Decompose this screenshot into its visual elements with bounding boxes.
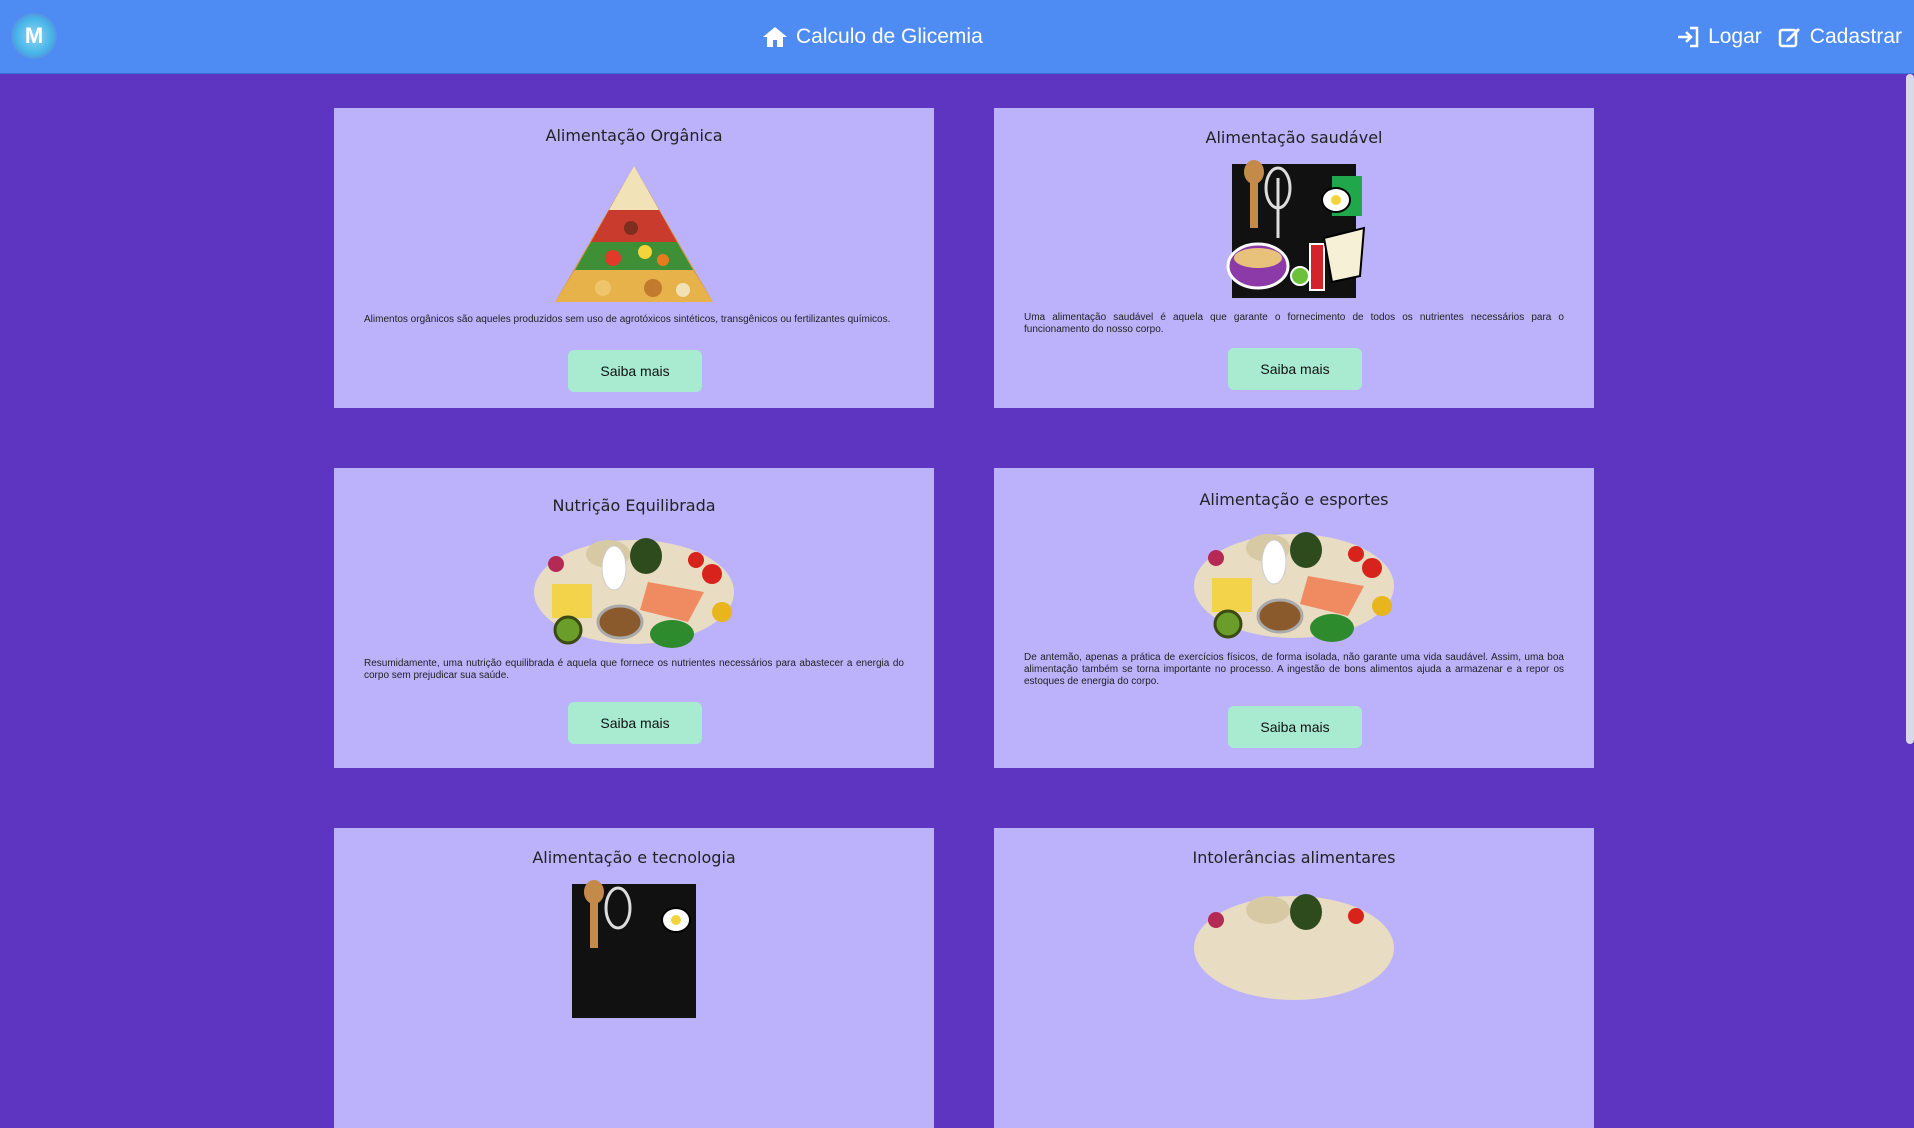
register-link[interactable]: Cadastrar — [1778, 25, 1902, 49]
card-title: Nutrição Equilibrada — [552, 496, 716, 515]
food-pyramid-image — [555, 166, 713, 302]
card-food-and-sports: Alimentação e esportes De antemão, apena… — [994, 468, 1594, 768]
card-description: De antemão, apenas a prática de exercíci… — [1024, 652, 1564, 687]
healthy-food-spread-image — [1194, 894, 1394, 1000]
home-link[interactable]: Calculo de Glicemia — [762, 22, 983, 52]
app-title: Calculo de Glicemia — [796, 25, 983, 48]
card-food-and-technology: Alimentação e tecnologia — [334, 828, 934, 1128]
card-healthy-food: Alimentação saudável Uma alimentação sau… — [994, 108, 1594, 408]
card-balanced-nutrition: Nutrição Equilibrada Resumidamente, uma … — [334, 468, 934, 768]
register-label: Cadastrar — [1809, 25, 1902, 48]
navbar: M Calculo de Glicemia Logar Cadastrar — [0, 0, 1914, 74]
login-label: Logar — [1708, 25, 1762, 48]
card-organic-food: Alimentação Orgânica Alimentos orgânicos… — [334, 108, 934, 408]
kitchen-clipart-image — [572, 880, 696, 1018]
card-title: Alimentação e tecnologia — [532, 848, 736, 867]
page-scrollbar[interactable] — [1906, 74, 1914, 744]
app-logo[interactable]: M — [11, 13, 57, 59]
card-food-intolerances: Intolerâncias alimentares — [994, 828, 1594, 1128]
card-title: Alimentação Orgânica — [545, 126, 723, 145]
home-icon — [763, 27, 787, 47]
sign-in-icon — [1678, 26, 1699, 48]
card-title: Alimentação e esportes — [1199, 490, 1389, 509]
healthy-food-spread-image — [534, 538, 734, 648]
learn-more-button[interactable]: Saiba mais — [568, 350, 702, 392]
learn-more-button[interactable]: Saiba mais — [1228, 706, 1362, 748]
edit-icon — [1778, 28, 1800, 48]
card-title: Intolerâncias alimentares — [1192, 848, 1396, 867]
card-description: Resumidamente, uma nutrição equilibrada … — [364, 658, 904, 681]
learn-more-button[interactable]: Saiba mais — [1228, 348, 1362, 390]
login-link[interactable]: Logar — [1676, 25, 1762, 49]
card-title: Alimentação saudável — [1205, 128, 1383, 147]
card-description: Alimentos orgânicos são aqueles produzid… — [364, 314, 891, 325]
kitchen-clipart-image — [1226, 160, 1366, 298]
learn-more-button[interactable]: Saiba mais — [568, 702, 702, 744]
card-description: Uma alimentação saudável é aquela que ga… — [1024, 312, 1564, 335]
healthy-food-spread-image — [1194, 532, 1394, 642]
